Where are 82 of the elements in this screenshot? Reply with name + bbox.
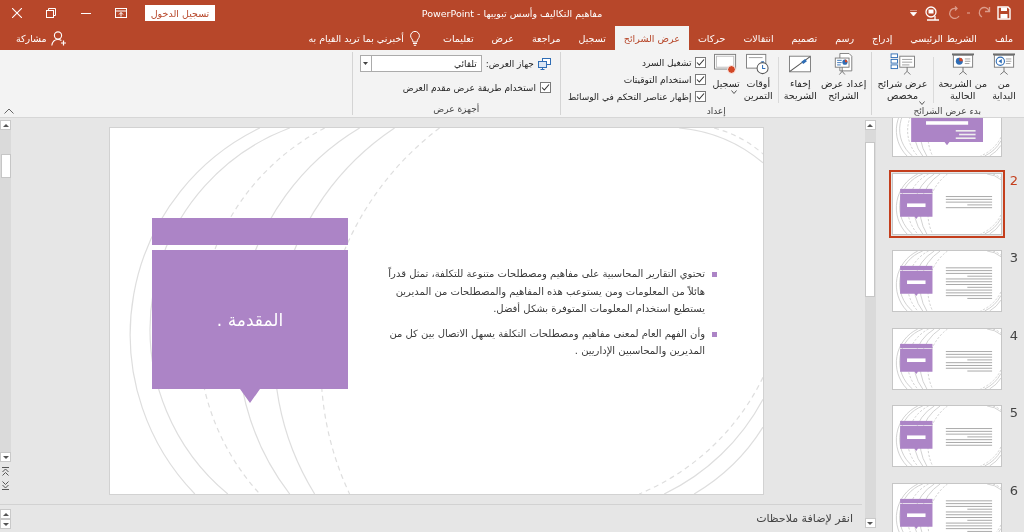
window-title: مفاهيم التكاليف وأسس تبويبها - PowerPoint <box>420 7 604 19</box>
triangle-up-icon <box>867 123 873 127</box>
slashed-slide-icon <box>787 53 814 75</box>
bullet-text: تحتوي التقارير المحاسبية على مفاهيم ومصطلحات متنوعة للتكلفة، تمثل قدراً هائلاً من المعلومات ومن يستوعب هذه المفاهيم والمصطلحات من المديرين يستطيع استخدام المعلومات المتوفرة بشكل أفضل. <box>387 266 705 317</box>
slide-number: 3 <box>1008 250 1020 266</box>
scroll-down-button[interactable] <box>864 518 876 528</box>
ribbon-button[interactable]: إخفاء الشريحة <box>781 53 819 101</box>
slide-stopwatch-icon <box>745 53 772 75</box>
person-add-icon <box>50 30 67 46</box>
scroll-up-button[interactable] <box>0 120 11 130</box>
title-callout[interactable]: المقدمة . <box>152 250 348 403</box>
monitor-dropdown[interactable]: تلقائي <box>359 55 482 72</box>
scroll-thumb[interactable] <box>865 142 875 297</box>
ribbon-button[interactable]: تسجيل <box>710 53 742 94</box>
checkbox-label: استخدام طريقة عرض مقدم العرض <box>402 82 536 93</box>
presenter-screen-icon[interactable] <box>924 5 940 21</box>
checkbox[interactable] <box>695 91 707 102</box>
double-caret-down-icon[interactable] <box>2 481 9 490</box>
group-label: إعداد <box>705 105 727 117</box>
lightbulb-icon <box>410 30 420 46</box>
ribbon-button[interactable]: من الشريحة الحالية <box>936 53 989 101</box>
monitor-icon <box>537 57 551 70</box>
group-label: بدء عرض الشرائح <box>912 105 982 117</box>
slide-canvas[interactable] <box>109 127 764 495</box>
checkbox[interactable] <box>695 74 707 85</box>
triangle-down-icon <box>2 455 9 459</box>
scroll-thumb[interactable] <box>0 154 11 178</box>
checkbox-label: إظهار عناصر التحكم في الوسائط <box>567 91 692 102</box>
ribbon-tab[interactable]: مراجعة <box>522 26 570 50</box>
share-button[interactable]: مشاركة <box>14 26 69 50</box>
ribbon-tab[interactable]: عرض <box>482 26 523 50</box>
slide-title: المقدمة . <box>216 309 284 330</box>
slide-number: 5 <box>1008 405 1020 421</box>
checkbox-label: تشغيل السرد <box>641 57 692 68</box>
caret-down-icon[interactable] <box>910 10 917 16</box>
boxed-up-arrow-icon[interactable] <box>114 8 127 18</box>
ribbon-tab[interactable]: انتقالات <box>734 26 783 50</box>
triangle-up-icon <box>2 123 9 127</box>
slide-number: 2 <box>1008 172 1020 189</box>
checkbox[interactable] <box>539 82 551 93</box>
triangle-down-icon <box>2 522 9 526</box>
ribbon-button[interactable]: عرض شرائح مخصص <box>875 53 930 105</box>
ribbon-tab[interactable]: رسم <box>826 26 864 50</box>
scroll-up-button[interactable] <box>864 120 876 130</box>
ribbon-tab[interactable]: تصميم <box>782 26 827 50</box>
notes-field[interactable]: انقر لإضافة ملاحظات <box>11 505 862 532</box>
chevron-up-icon[interactable] <box>4 108 14 114</box>
monitor-label: جهاز العرض: <box>485 58 534 69</box>
scroll-down-button[interactable] <box>0 452 11 462</box>
slide-number: 6 <box>1008 482 1020 499</box>
slide-list-screen-icon <box>889 53 916 75</box>
bullet-text: وأن الفهم العام لمعنى مفاهيم ومصطلحات التكلفة يسهل الاتصال بين كل من المديرين والمحاسبين الإداريين . <box>388 326 705 359</box>
ribbon-button[interactable]: أوقات التمرين <box>741 53 775 101</box>
triangle-down-icon <box>867 521 873 525</box>
minimize-icon[interactable] <box>80 12 91 14</box>
ribbon-tab[interactable]: تعليمات <box>434 26 483 50</box>
bullet-square-icon <box>712 272 717 277</box>
caret-down-icon <box>363 62 369 65</box>
checkbox-label: استخدام التوقيتات <box>623 74 692 85</box>
ribbon-tab[interactable]: عرض الشرائح <box>614 26 689 50</box>
ribbon-button[interactable]: من البداية <box>989 53 1019 101</box>
presentation-chart-icon <box>949 53 976 75</box>
tell-me-search[interactable]: أخبرني بما تريد القيام به <box>306 26 422 50</box>
ribbon-tab[interactable]: إدراج <box>863 26 902 50</box>
ribbon-tab[interactable]: ملف <box>985 26 1022 50</box>
restore-icon[interactable] <box>45 8 56 18</box>
scroll-down-button[interactable] <box>0 519 11 529</box>
ribbon-tab[interactable]: الشريط الرئيسي <box>901 26 986 50</box>
ribbon-tab[interactable]: حركات <box>688 26 735 50</box>
slide-number: 4 <box>1008 327 1020 344</box>
group-label: أجهزة عرض <box>432 103 481 115</box>
scroll-up-button[interactable] <box>0 509 11 519</box>
ribbon-button[interactable]: إعداد عرض الشرائح <box>818 53 869 101</box>
triangle-up-icon <box>2 512 9 516</box>
close-icon[interactable] <box>12 8 22 18</box>
sign-in-button[interactable]: تسجيل الدخول <box>145 5 215 21</box>
checkbox[interactable] <box>695 57 707 68</box>
bullet-square-icon <box>712 331 717 337</box>
double-caret-up-icon[interactable] <box>2 467 9 476</box>
presentation-play-icon <box>991 53 1017 75</box>
save-icon[interactable] <box>997 6 1011 20</box>
ribbon-tab[interactable]: تسجيل <box>569 26 615 50</box>
